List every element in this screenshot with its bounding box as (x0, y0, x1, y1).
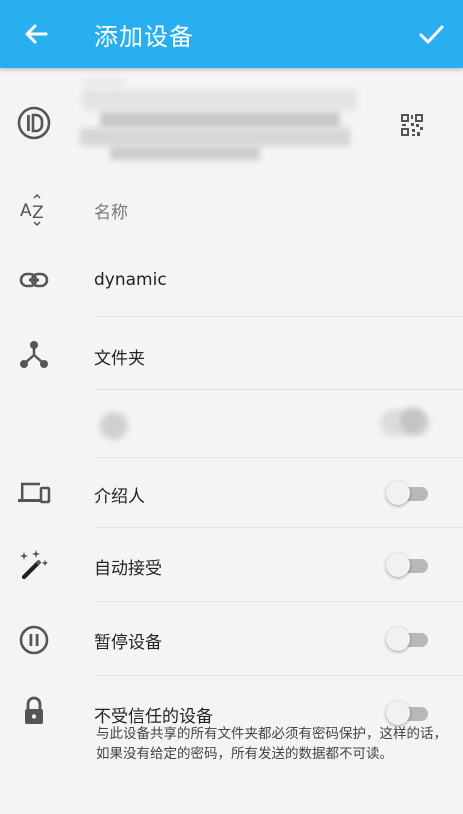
arrow-left-icon[interactable] (20, 18, 52, 50)
check-icon[interactable] (415, 18, 447, 50)
auto-accept-toggle[interactable] (386, 552, 430, 578)
folder-item-name (100, 412, 128, 440)
pause-toggle[interactable] (386, 626, 430, 652)
toggle-thumb (386, 701, 410, 725)
share-icon (20, 341, 48, 368)
toggle-thumb (386, 627, 410, 651)
app-bar: 添加设备 (0, 0, 463, 68)
name-input[interactable]: 名称 (94, 198, 128, 223)
folder-item-row (0, 390, 463, 458)
folders-label: 文件夹 (94, 349, 145, 369)
device-id-field[interactable] (80, 76, 365, 172)
id-icon (17, 106, 51, 140)
toggle-thumb (386, 553, 410, 577)
auto-accept-row: 自动接受 (0, 528, 463, 602)
pause-circle-icon (19, 625, 49, 655)
qr-code-icon[interactable] (400, 113, 424, 137)
magic-wand-icon (20, 550, 48, 580)
introducer-row: 介绍人 (0, 458, 463, 528)
sort-az-icon: A Z (20, 193, 44, 227)
address-row: dynamic (0, 242, 463, 317)
untrusted-toggle[interactable] (386, 700, 430, 726)
introducer-label: 介绍人 (94, 487, 145, 507)
pause-row: 暂停设备 (0, 602, 463, 676)
svg-text:Z: Z (32, 203, 44, 223)
toggle-thumb (386, 481, 410, 505)
name-row: A Z 名称 (0, 178, 463, 242)
folder-item-switch[interactable] (380, 406, 432, 440)
untrusted-description: 与此设备共享的所有文件夹都必须有密码保护，这样的话，如果没有给定的密码，所有发送… (96, 726, 447, 762)
address-input[interactable]: dynamic (94, 270, 167, 290)
page-title: 添加设备 (94, 23, 194, 51)
introducer-toggle[interactable] (386, 480, 430, 506)
folders-row: 文件夹 (0, 317, 463, 390)
svg-text:A: A (20, 201, 32, 221)
link-icon (19, 272, 49, 288)
pause-label: 暂停设备 (94, 633, 162, 653)
lock-icon (25, 696, 43, 724)
device-form: A Z 名称 dynamic 文件夹 介绍人 自动接受 暂停设备 不受信任的设备… (0, 68, 463, 814)
devices-icon (18, 482, 51, 504)
device-id-row (0, 68, 463, 178)
auto-accept-label: 自动接受 (94, 559, 162, 579)
